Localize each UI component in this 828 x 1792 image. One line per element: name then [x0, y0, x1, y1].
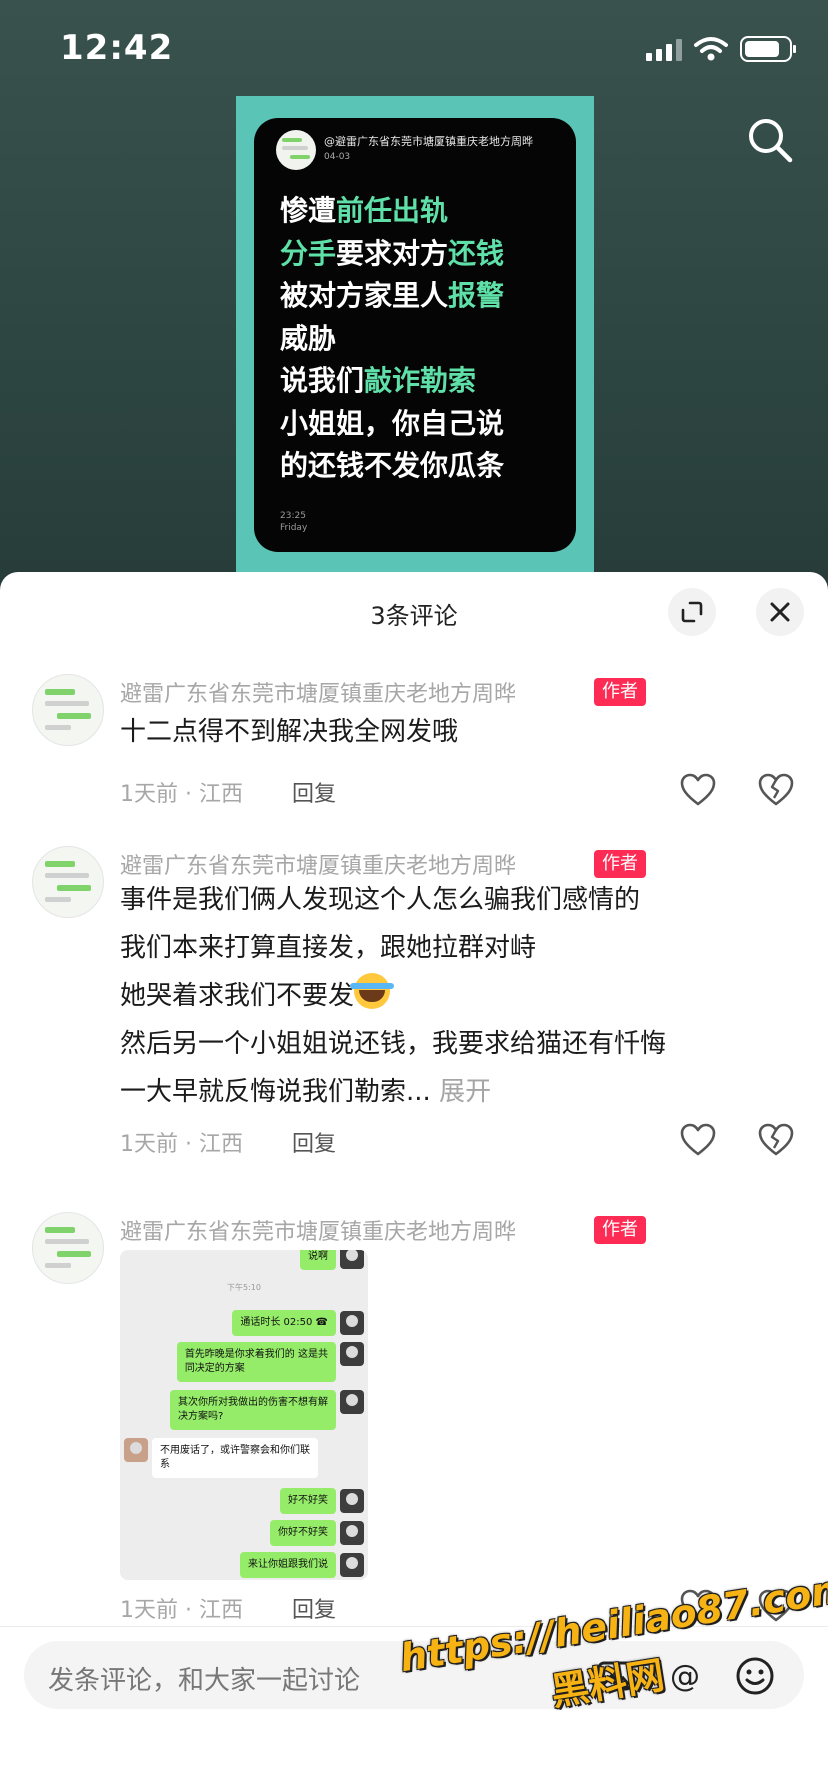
- like-heart-icon[interactable]: [678, 770, 718, 810]
- crying-emoji-icon: [350, 973, 395, 1009]
- post-text-highlight: 报警: [448, 279, 505, 312]
- comment-text-line: 我们本来打算直接发，跟她拉群对峙: [120, 933, 537, 963]
- expand-comment-link[interactable]: 展开: [439, 1077, 491, 1107]
- avatar[interactable]: [32, 846, 104, 918]
- post-image: @避雷广东省东莞市塘厦镇重庆老地方周晔 04-03 惨遭前任出轨 分手要求对方还钱…: [236, 96, 594, 576]
- comment-text-line-content: 她哭着求我们不要发: [120, 981, 355, 1011]
- comment-item: 避雷广东省东莞市塘厦镇重庆老地方周晔 作者 十二点得不到解决我全网发哦 1天前 …: [0, 674, 828, 814]
- post-handle: @避雷广东省东莞市塘厦镇重庆老地方周晔: [324, 135, 533, 148]
- post-text-line: 说我们敲诈勒索: [280, 360, 504, 403]
- comment-username[interactable]: 避雷广东省东莞市塘厦镇重庆老地方周晔: [120, 676, 516, 708]
- post-date: 04-03: [324, 152, 351, 162]
- post-time: 23:25: [280, 511, 306, 521]
- comment-username[interactable]: 避雷广东省东莞市塘厦镇重庆老地方周晔: [120, 1214, 516, 1246]
- chat-avatar: [340, 1342, 364, 1366]
- comment-text-line: 然后另一个小姐姐说还钱，我要求给猫还有忏悔: [120, 1029, 667, 1059]
- post-text-highlight: 敲诈勒索: [364, 364, 477, 397]
- comment-text-line-content: 一大早就反悔说我们勒索...: [120, 1077, 431, 1107]
- chat-time: 下午5:10: [227, 1283, 261, 1292]
- comment-text-line: 事件是我们俩人发现这个人怎么骗我们感情的: [120, 885, 641, 915]
- close-button[interactable]: [756, 588, 804, 636]
- chat-message: 通话时长 02:50 ☎: [232, 1310, 364, 1336]
- post-text-segment: 的还钱不发你瓜条: [280, 449, 505, 482]
- status-bar: 12:42: [0, 0, 828, 96]
- post-text-highlight: 分手: [280, 236, 337, 270]
- post-text-line: 的还钱不发你瓜条: [280, 445, 504, 488]
- post-avatar: [276, 130, 316, 170]
- close-icon: [770, 602, 790, 622]
- author-badge: 作者: [594, 1216, 646, 1244]
- post-text-segment: 说我们: [280, 364, 365, 397]
- chat-bubble: 通话时长 02:50 ☎: [232, 1310, 336, 1336]
- post-text-segment: 威胁: [280, 321, 337, 355]
- status-icons: [646, 36, 796, 62]
- chat-message: 好不好笑: [280, 1488, 364, 1514]
- cellular-signal-icon: [646, 37, 682, 61]
- post-text-highlight: 前任出轨: [336, 194, 449, 227]
- reply-button[interactable]: 回复: [292, 776, 336, 808]
- chat-avatar: [340, 1553, 364, 1577]
- chat-avatar: [340, 1521, 364, 1545]
- chat-bubble: 来让你姐跟我们说: [240, 1552, 336, 1578]
- avatar[interactable]: [32, 1212, 104, 1284]
- status-time: 12:42: [60, 28, 174, 68]
- chat-bubble: 说啊: [300, 1250, 336, 1270]
- post-text-line: 被对方家里人报警: [280, 275, 504, 318]
- comment-meta: 1天前 · 江西: [120, 782, 243, 807]
- reply-button[interactable]: 回复: [292, 1592, 336, 1624]
- post-text-segment: 小姐姐，你自己说: [280, 406, 505, 440]
- avatar[interactable]: [32, 674, 104, 746]
- post-text-segment: 要求对方: [336, 236, 449, 270]
- comment-meta: 1天前 · 江西: [120, 1598, 243, 1623]
- post-text-line: 小姐姐，你自己说: [280, 403, 504, 446]
- chat-message: 你好不好笑: [270, 1520, 364, 1546]
- post-text-line: 威胁: [280, 318, 504, 361]
- expand-button[interactable]: [668, 588, 716, 636]
- wifi-icon: [694, 37, 728, 61]
- comment-item: 避雷广东省东莞市塘厦镇重庆老地方周晔 作者 说啊 下午5:10 通话时长 02:…: [0, 1212, 828, 1623]
- author-badge: 作者: [594, 678, 646, 706]
- search-icon[interactable]: [742, 112, 798, 168]
- post-text-segment: 被对方家里人: [280, 279, 449, 312]
- chat-avatar: [340, 1311, 364, 1335]
- chat-bubble: 其次你所对我做出的伤害不想有解 决方案吗?: [170, 1390, 336, 1430]
- comment-item: 避雷广东省东莞市塘厦镇重庆老地方周晔 作者 事件是我们俩人发现这个人怎么骗我们感…: [0, 846, 828, 1157]
- comment-text-line: 一大早就反悔说我们勒索... 展开: [120, 1068, 491, 1116]
- post-text-line: 惨遭前任出轨: [280, 190, 504, 233]
- chat-message: 说啊: [300, 1250, 364, 1270]
- chat-message: 来让你姐跟我们说: [240, 1552, 364, 1578]
- chat-avatar: [340, 1489, 364, 1513]
- post-card: @避雷广东省东莞市塘厦镇重庆老地方周晔 04-03 惨遭前任出轨 分手要求对方还钱…: [254, 118, 576, 552]
- battery-icon: [740, 36, 796, 62]
- chat-screenshot-image[interactable]: 说啊 下午5:10 通话时长 02:50 ☎ 首先昨晚是你求着我们的 这是共 同…: [120, 1250, 368, 1580]
- chat-bubble: 你好不好笑: [270, 1520, 336, 1546]
- comment-text: 十二点得不到解决我全网发哦: [120, 717, 459, 747]
- dislike-broken-heart-icon[interactable]: [756, 1120, 796, 1160]
- chat-avatar: [340, 1250, 364, 1269]
- expand-icon: [681, 601, 703, 623]
- comment-input-placeholder: 发条评论，和大家一起讨论: [48, 1666, 361, 1696]
- post-weekday: Friday: [280, 523, 308, 533]
- dislike-broken-heart-icon[interactable]: [756, 770, 796, 810]
- post-text-segment: 惨遭: [280, 194, 337, 227]
- reply-button[interactable]: 回复: [292, 1126, 336, 1158]
- chat-bubble: 好不好笑: [280, 1488, 336, 1514]
- video-area[interactable]: 12:42 @避雷广东省东莞市塘厦镇重庆老地方周晔 04-03 惨遭前任出轨 分…: [0, 0, 828, 620]
- chat-bubble: 首先昨晚是你求着我们的 这是共 同决定的方案: [176, 1342, 336, 1382]
- post-text: 惨遭前任出轨 分手要求对方还钱 被对方家里人报警 威胁 说我们敲诈勒索 小姐姐，你自己说的…: [280, 190, 504, 488]
- chat-message: 不用废话了，或许警察会和你们联 系: [124, 1438, 318, 1478]
- like-heart-icon[interactable]: [678, 1120, 718, 1160]
- chat-message: 首先昨晚是你求着我们的 这是共 同决定的方案: [176, 1342, 364, 1382]
- chat-avatar: [340, 1390, 364, 1414]
- comment-text-line: 她哭着求我们不要发: [120, 972, 395, 1020]
- chat-avatar: [124, 1438, 148, 1462]
- author-badge: 作者: [594, 850, 646, 878]
- chat-bubble: 不用废话了，或许警察会和你们联 系: [152, 1438, 318, 1478]
- post-text-highlight: 还钱: [448, 236, 505, 270]
- chat-message: 其次你所对我做出的伤害不想有解 决方案吗?: [170, 1390, 364, 1430]
- post-text-line: 分手要求对方还钱: [280, 233, 504, 276]
- comment-meta: 1天前 · 江西: [120, 1132, 243, 1157]
- post-timestamp: 23:25 Friday: [280, 510, 307, 534]
